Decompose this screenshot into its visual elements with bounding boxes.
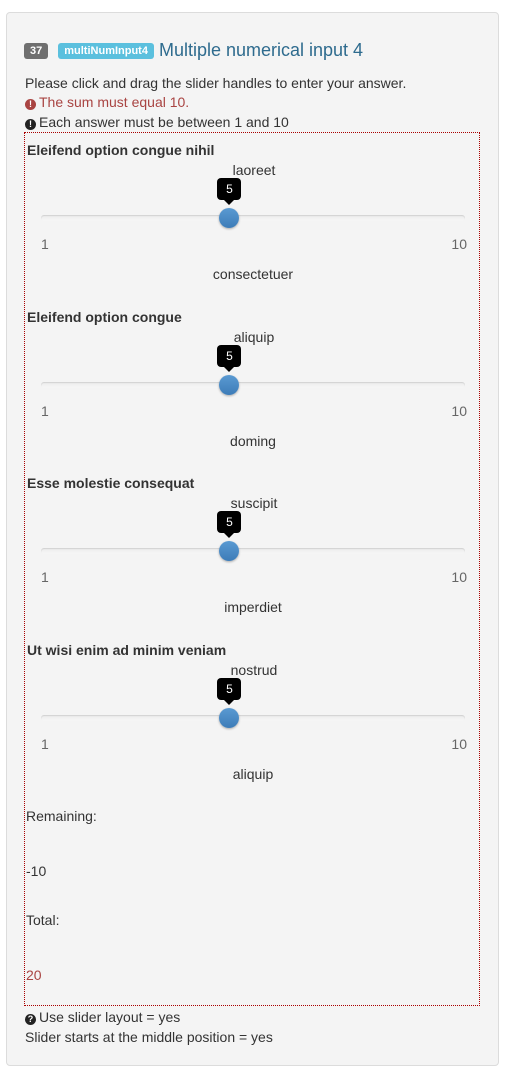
question-mark-icon: ? xyxy=(25,1014,36,1025)
slider-min-label: 1 xyxy=(41,736,49,752)
slider-left-text: aliquip xyxy=(233,329,275,345)
slider-min-label: 1 xyxy=(41,569,49,585)
slider-item: Esse molestie consequat suscipit 5 1 10 … xyxy=(25,466,481,626)
slider-max-label: 10 xyxy=(451,236,467,252)
slider-min-label: 1 xyxy=(41,403,49,419)
slider-max-label: 10 xyxy=(451,569,467,585)
slider-label: Esse molestie consequat xyxy=(27,475,195,491)
slider-handle[interactable] xyxy=(219,208,240,228)
slider-value-tooltip: 5 xyxy=(217,678,242,705)
slider-handle[interactable] xyxy=(219,708,240,728)
question-title: Multiple numerical input 4 xyxy=(158,40,364,60)
slider-value-tooltip: 5 xyxy=(217,178,242,205)
slider-track[interactable] xyxy=(41,382,465,388)
answers-container: Eleifend option congue nihil laoreet 5 1… xyxy=(24,132,480,1006)
slider-right-text: doming xyxy=(230,433,276,449)
slider-left-text: laoreet xyxy=(232,162,276,178)
remaining-label: Remaining: xyxy=(26,808,97,824)
remaining-value: -10 xyxy=(26,863,47,879)
slider-right-text: consectetuer xyxy=(212,266,294,282)
exclamation-icon: ! xyxy=(25,119,36,130)
slider-min-label: 1 xyxy=(41,236,49,252)
slider-value-tooltip: 5 xyxy=(217,511,242,538)
slider-right-text: imperdiet xyxy=(224,599,282,615)
slider-layout-note: ? Use slider layout = yes xyxy=(25,1009,180,1025)
slider-label: Eleifend option congue nihil xyxy=(27,142,215,158)
slider-item: Ut wisi enim ad minim veniam nostrud 5 1… xyxy=(25,633,481,793)
validation-error: ! The sum must equal 10. xyxy=(25,94,189,110)
slider-handle[interactable] xyxy=(219,541,240,561)
slider-track[interactable] xyxy=(41,715,465,721)
slider-track[interactable] xyxy=(41,215,465,221)
slider-left-text: suscipit xyxy=(230,495,278,511)
slider-max-label: 10 xyxy=(451,736,467,752)
total-label: Total: xyxy=(26,912,60,928)
slider-right-text: aliquip xyxy=(232,766,274,782)
slider-value-tooltip: 5 xyxy=(217,345,242,372)
question-number-badge: 37 xyxy=(24,42,49,59)
total-value: 20 xyxy=(26,967,42,983)
slider-handle[interactable] xyxy=(219,375,240,395)
slider-item: Eleifend option congue aliquip 5 1 10 do… xyxy=(25,300,481,460)
exclamation-icon: ! xyxy=(25,99,36,110)
slider-item: Eleifend option congue nihil laoreet 5 1… xyxy=(25,133,481,293)
question-header: 37 multiNumInput4 Multiple numerical inp… xyxy=(24,40,363,61)
slider-track[interactable] xyxy=(41,548,465,554)
slider-max-label: 10 xyxy=(451,403,467,419)
question-code-badge: multiNumInput4 xyxy=(58,42,154,59)
validation-tip: ! Each answer must be between 1 and 10 xyxy=(25,114,289,130)
question-help: Please click and drag the slider handles… xyxy=(25,75,407,91)
slider-label: Ut wisi enim ad minim veniam xyxy=(27,642,227,658)
slider-middle-note: Slider starts at the middle position = y… xyxy=(25,1029,273,1045)
slider-label: Eleifend option congue xyxy=(27,309,182,325)
slider-left-text: nostrud xyxy=(230,662,278,678)
